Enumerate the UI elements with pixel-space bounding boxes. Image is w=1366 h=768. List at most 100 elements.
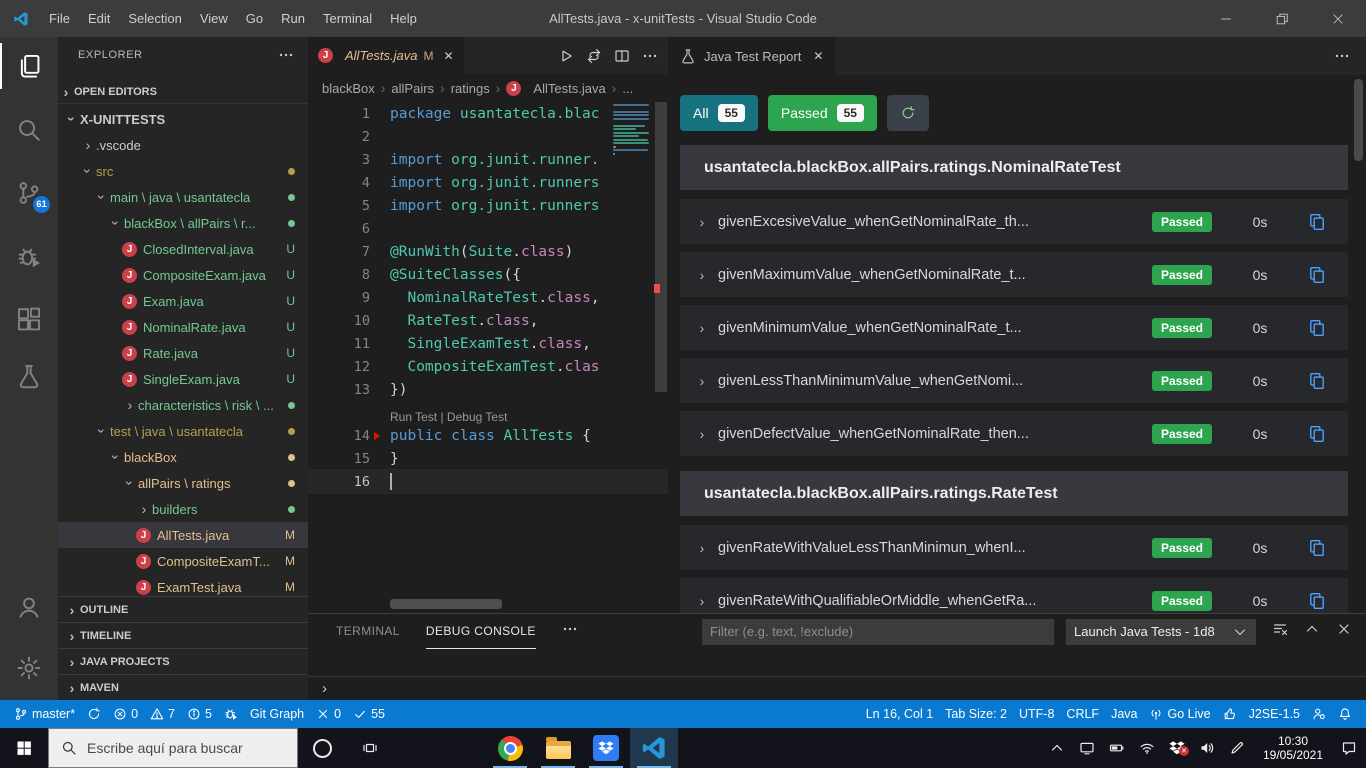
test-row[interactable]: ›givenExcesiveValue_whenGetNominalRate_t… [680, 199, 1348, 244]
taskbar-search-box[interactable]: Escribe aquí para buscar [48, 728, 298, 768]
volume-icon[interactable] [1194, 740, 1220, 756]
tab-close-icon[interactable]: ✕ [444, 49, 454, 63]
close-panel-icon[interactable] [1336, 621, 1352, 637]
menu-terminal[interactable]: Terminal [314, 0, 381, 37]
run-debug-icon[interactable] [0, 234, 58, 280]
vscode-taskbar-icon[interactable] [630, 728, 678, 768]
close-window-button[interactable] [1310, 0, 1366, 37]
code-line[interactable]: 10 RateTest.class, [308, 309, 668, 332]
navigate-to-source-icon[interactable] [1308, 539, 1326, 557]
code-line[interactable]: 9 NominalRateTest.class, [308, 286, 668, 309]
tray-chevron-up-icon[interactable] [1044, 740, 1070, 756]
tree-item[interactable]: JNominalRate.javaU [58, 314, 308, 340]
breadcrumb-item[interactable]: ratings [451, 81, 490, 96]
test-row[interactable]: ›givenRateWithQualifiableOrMiddle_whenGe… [680, 578, 1348, 613]
maximize-panel-icon[interactable] [1304, 621, 1320, 637]
rerun-tests-button[interactable] [887, 95, 929, 131]
tree-item[interactable]: ›src [58, 158, 308, 184]
action-center-icon[interactable] [1336, 740, 1362, 756]
clear-console-icon[interactable] [1272, 621, 1288, 637]
tree-item[interactable]: ›.vscode [58, 132, 308, 158]
statusbar-item-55[interactable]: 55 [347, 700, 391, 728]
statusbar-item-tab-size-2[interactable]: Tab Size: 2 [939, 700, 1013, 728]
test-row[interactable]: ›givenRateWithValueLessThanMinimun_whenI… [680, 525, 1348, 570]
test-row[interactable]: ›givenLessThanMinimumValue_whenGetNomi..… [680, 358, 1348, 403]
taskbar-clock[interactable]: 10:30 19/05/2021 [1254, 734, 1332, 762]
statusbar-item-thumbsup[interactable] [1217, 700, 1243, 728]
breadcrumb[interactable]: blackBox›allPairs›ratings›JAllTests.java… [308, 74, 668, 102]
menu-view[interactable]: View [191, 0, 237, 37]
statusbar-item-sync[interactable] [81, 700, 107, 728]
launch-config-dropdown[interactable]: Launch Java Tests - 1d8 [1066, 619, 1256, 645]
tree-item[interactable]: JExamTest.javaM [58, 574, 308, 596]
minimap[interactable] [613, 102, 653, 160]
menu-selection[interactable]: Selection [119, 0, 190, 37]
code-line[interactable]: 6 [308, 217, 668, 240]
statusbar-item-java[interactable]: Java [1105, 700, 1143, 728]
sidebar-more-actions-icon[interactable] [278, 47, 294, 63]
statusbar-item-0[interactable]: 0 [107, 700, 144, 728]
test-beaker-icon[interactable] [0, 353, 58, 399]
statusbar-item-go-live[interactable]: Go Live [1143, 700, 1216, 728]
tree-item[interactable]: JCompositeExam.javaU [58, 262, 308, 288]
statusbar-item-git-graph[interactable]: Git Graph [244, 700, 310, 728]
scrollbar-thumb[interactable] [655, 102, 667, 392]
file-explorer-taskbar-icon[interactable] [534, 728, 582, 768]
tree-item[interactable]: ›blackBox \ allPairs \ r... [58, 210, 308, 236]
breadcrumb-item[interactable]: AllTests.java [533, 81, 605, 96]
test-report-scrollbar[interactable] [1354, 79, 1363, 161]
navigate-to-source-icon[interactable] [1308, 213, 1326, 231]
test-row[interactable]: ›givenMaximumValue_whenGetNominalRate_t.… [680, 252, 1348, 297]
tree-item[interactable]: JSingleExam.javaU [58, 366, 308, 392]
test-report-close-icon[interactable]: ✕ [813, 49, 823, 63]
statusbar-item-crlf[interactable]: CRLF [1060, 700, 1105, 728]
tree-item[interactable]: ›characteristics \ risk \ ... [58, 392, 308, 418]
section-java-projects[interactable]: ›JAVA PROJECTS [58, 648, 308, 674]
tab-alltests-java[interactable]: J AllTests.java M ✕ [308, 37, 464, 74]
code-editor[interactable]: 1package usantatecla.blac23import org.ju… [308, 102, 668, 613]
tree-root[interactable]: ›X-UNITTESTS [58, 106, 308, 132]
breadcrumb-item[interactable]: ... [622, 81, 633, 96]
panel-more-actions-icon[interactable] [562, 621, 578, 637]
code-line[interactable]: 16 [308, 470, 668, 493]
tree-item[interactable]: JExam.javaU [58, 288, 308, 314]
section-maven[interactable]: ›MAVEN [58, 674, 308, 700]
tree-item[interactable]: JRate.javaU [58, 340, 308, 366]
code-line[interactable]: 7@RunWith(Suite.class) [308, 240, 668, 263]
minimize-button[interactable] [1198, 0, 1254, 37]
menu-file[interactable]: File [40, 0, 79, 37]
panel-tab-debug-console[interactable]: DEBUG CONSOLE [426, 614, 536, 649]
test-row[interactable]: ›givenDefectValue_whenGetNominalRate_the… [680, 411, 1348, 456]
dropbox-sync-error-icon[interactable]: ✕ [1164, 740, 1190, 756]
menu-run[interactable]: Run [272, 0, 314, 37]
tree-item[interactable]: ›main \ java \ usantatecla [58, 184, 308, 210]
navigate-to-source-icon[interactable] [1308, 266, 1326, 284]
test-row[interactable]: ›givenMinimumValue_whenGetNominalRate_t.… [680, 305, 1348, 350]
task-view-button[interactable] [346, 728, 394, 768]
tree-item[interactable]: ›builders [58, 496, 308, 522]
tree-item[interactable]: JClosedInterval.javaU [58, 236, 308, 262]
tree-item[interactable]: ›blackBox [58, 444, 308, 470]
split-editor-icon[interactable] [614, 48, 630, 64]
tree-item[interactable]: ›allPairs \ ratings [58, 470, 308, 496]
display-icon[interactable] [1074, 740, 1100, 756]
statusbar-item-liveshare[interactable] [1306, 700, 1332, 728]
open-editors-section[interactable]: › OPEN EDITORS [58, 80, 308, 104]
menu-help[interactable]: Help [381, 0, 426, 37]
source-control-icon[interactable]: 61 [0, 170, 58, 216]
menu-edit[interactable]: Edit [79, 0, 119, 37]
code-line[interactable]: 12 CompositeExamTest.clas [308, 355, 668, 378]
navigate-to-source-icon[interactable] [1308, 319, 1326, 337]
navigate-to-source-icon[interactable] [1308, 425, 1326, 443]
code-line[interactable]: 4import org.junit.runners [308, 171, 668, 194]
account-icon[interactable] [0, 584, 58, 630]
tree-item[interactable]: JCompositeExamT...M [58, 548, 308, 574]
statusbar-item-0[interactable]: 0 [310, 700, 347, 728]
menu-go[interactable]: Go [237, 0, 272, 37]
section-outline[interactable]: ›OUTLINE [58, 596, 308, 622]
breadcrumb-item[interactable]: allPairs [391, 81, 434, 96]
statusbar-item-master-[interactable]: master* [8, 700, 81, 728]
start-button[interactable] [0, 728, 48, 768]
statusbar-item-5[interactable]: 5 [181, 700, 218, 728]
filter-all-button[interactable]: All 55 [680, 95, 758, 131]
